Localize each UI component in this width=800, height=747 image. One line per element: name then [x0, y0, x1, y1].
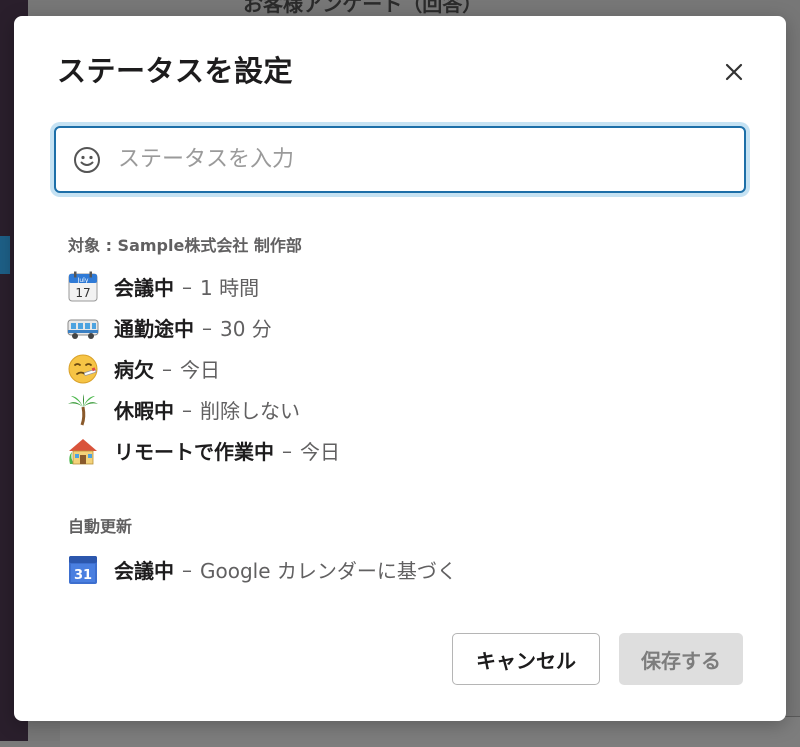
smiley-icon [74, 147, 100, 173]
calendar-icon: July 17 [66, 270, 100, 304]
set-status-dialog: ステータスを設定 対象 : Sample株式会社 制作部 [14, 16, 786, 721]
preset-name: 休暇中 [114, 399, 174, 423]
google-calendar-icon: 31 [66, 553, 100, 587]
presets-section-label: 対象 : Sample株式会社 制作部 [68, 236, 302, 255]
palm-tree-icon [66, 393, 100, 427]
svg-text:July: July [77, 277, 89, 284]
close-icon [725, 63, 743, 81]
preset-dash: – [182, 274, 192, 299]
sick-face-icon [66, 352, 100, 386]
preset-item-meeting[interactable]: July 17 会議中 – 1 時間 [66, 266, 340, 307]
background-sidebar-accent [0, 236, 10, 274]
emoji-picker-button[interactable] [72, 145, 102, 175]
bus-icon [66, 311, 100, 345]
preset-duration: 1 時間 [200, 276, 260, 300]
preset-duration: 30 分 [220, 317, 272, 341]
preset-list: July 17 会議中 – 1 時間 通勤途中 – 30 分 病欠 – 今日 休… [66, 266, 340, 471]
save-button[interactable]: 保存する [619, 633, 743, 685]
preset-item-remote[interactable]: リモートで作業中 – 今日 [66, 430, 340, 471]
svg-text:31: 31 [74, 568, 92, 583]
preset-name: 通勤途中 [114, 317, 194, 341]
preset-dash: – [162, 356, 172, 381]
close-button[interactable] [720, 58, 748, 86]
svg-text:17: 17 [75, 286, 90, 300]
preset-dash: – [202, 315, 212, 340]
preset-duration: 今日 [180, 358, 220, 382]
house-icon [66, 434, 100, 468]
preset-dash: – [182, 397, 192, 422]
cancel-button[interactable]: キャンセル [452, 633, 600, 685]
preset-dash: – [282, 438, 292, 463]
preset-name: 病欠 [114, 358, 154, 382]
auto-item-name: 会議中 [114, 559, 174, 583]
auto-update-list: 31 会議中 – Google カレンダーに基づく [66, 549, 457, 590]
preset-name: リモートで作業中 [114, 440, 274, 464]
status-input-container [54, 126, 746, 193]
status-input[interactable] [116, 138, 720, 180]
auto-item-google-calendar[interactable]: 31 会議中 – Google カレンダーに基づく [66, 549, 457, 590]
preset-duration: 削除しない [200, 399, 300, 423]
preset-duration: 今日 [300, 440, 340, 464]
auto-update-section-label: 自動更新 [68, 517, 133, 536]
preset-item-commuting[interactable]: 通勤途中 – 30 分 [66, 307, 340, 348]
preset-item-vacation[interactable]: 休暇中 – 削除しない [66, 389, 340, 430]
preset-item-sick[interactable]: 病欠 – 今日 [66, 348, 340, 389]
dialog-title: ステータスを設定 [57, 54, 294, 88]
preset-name: 会議中 [114, 276, 174, 300]
background-title: お客様アンケート（回答） [243, 0, 483, 16]
auto-item-duration: Google カレンダーに基づく [200, 559, 457, 583]
auto-item-dash: – [182, 557, 192, 582]
